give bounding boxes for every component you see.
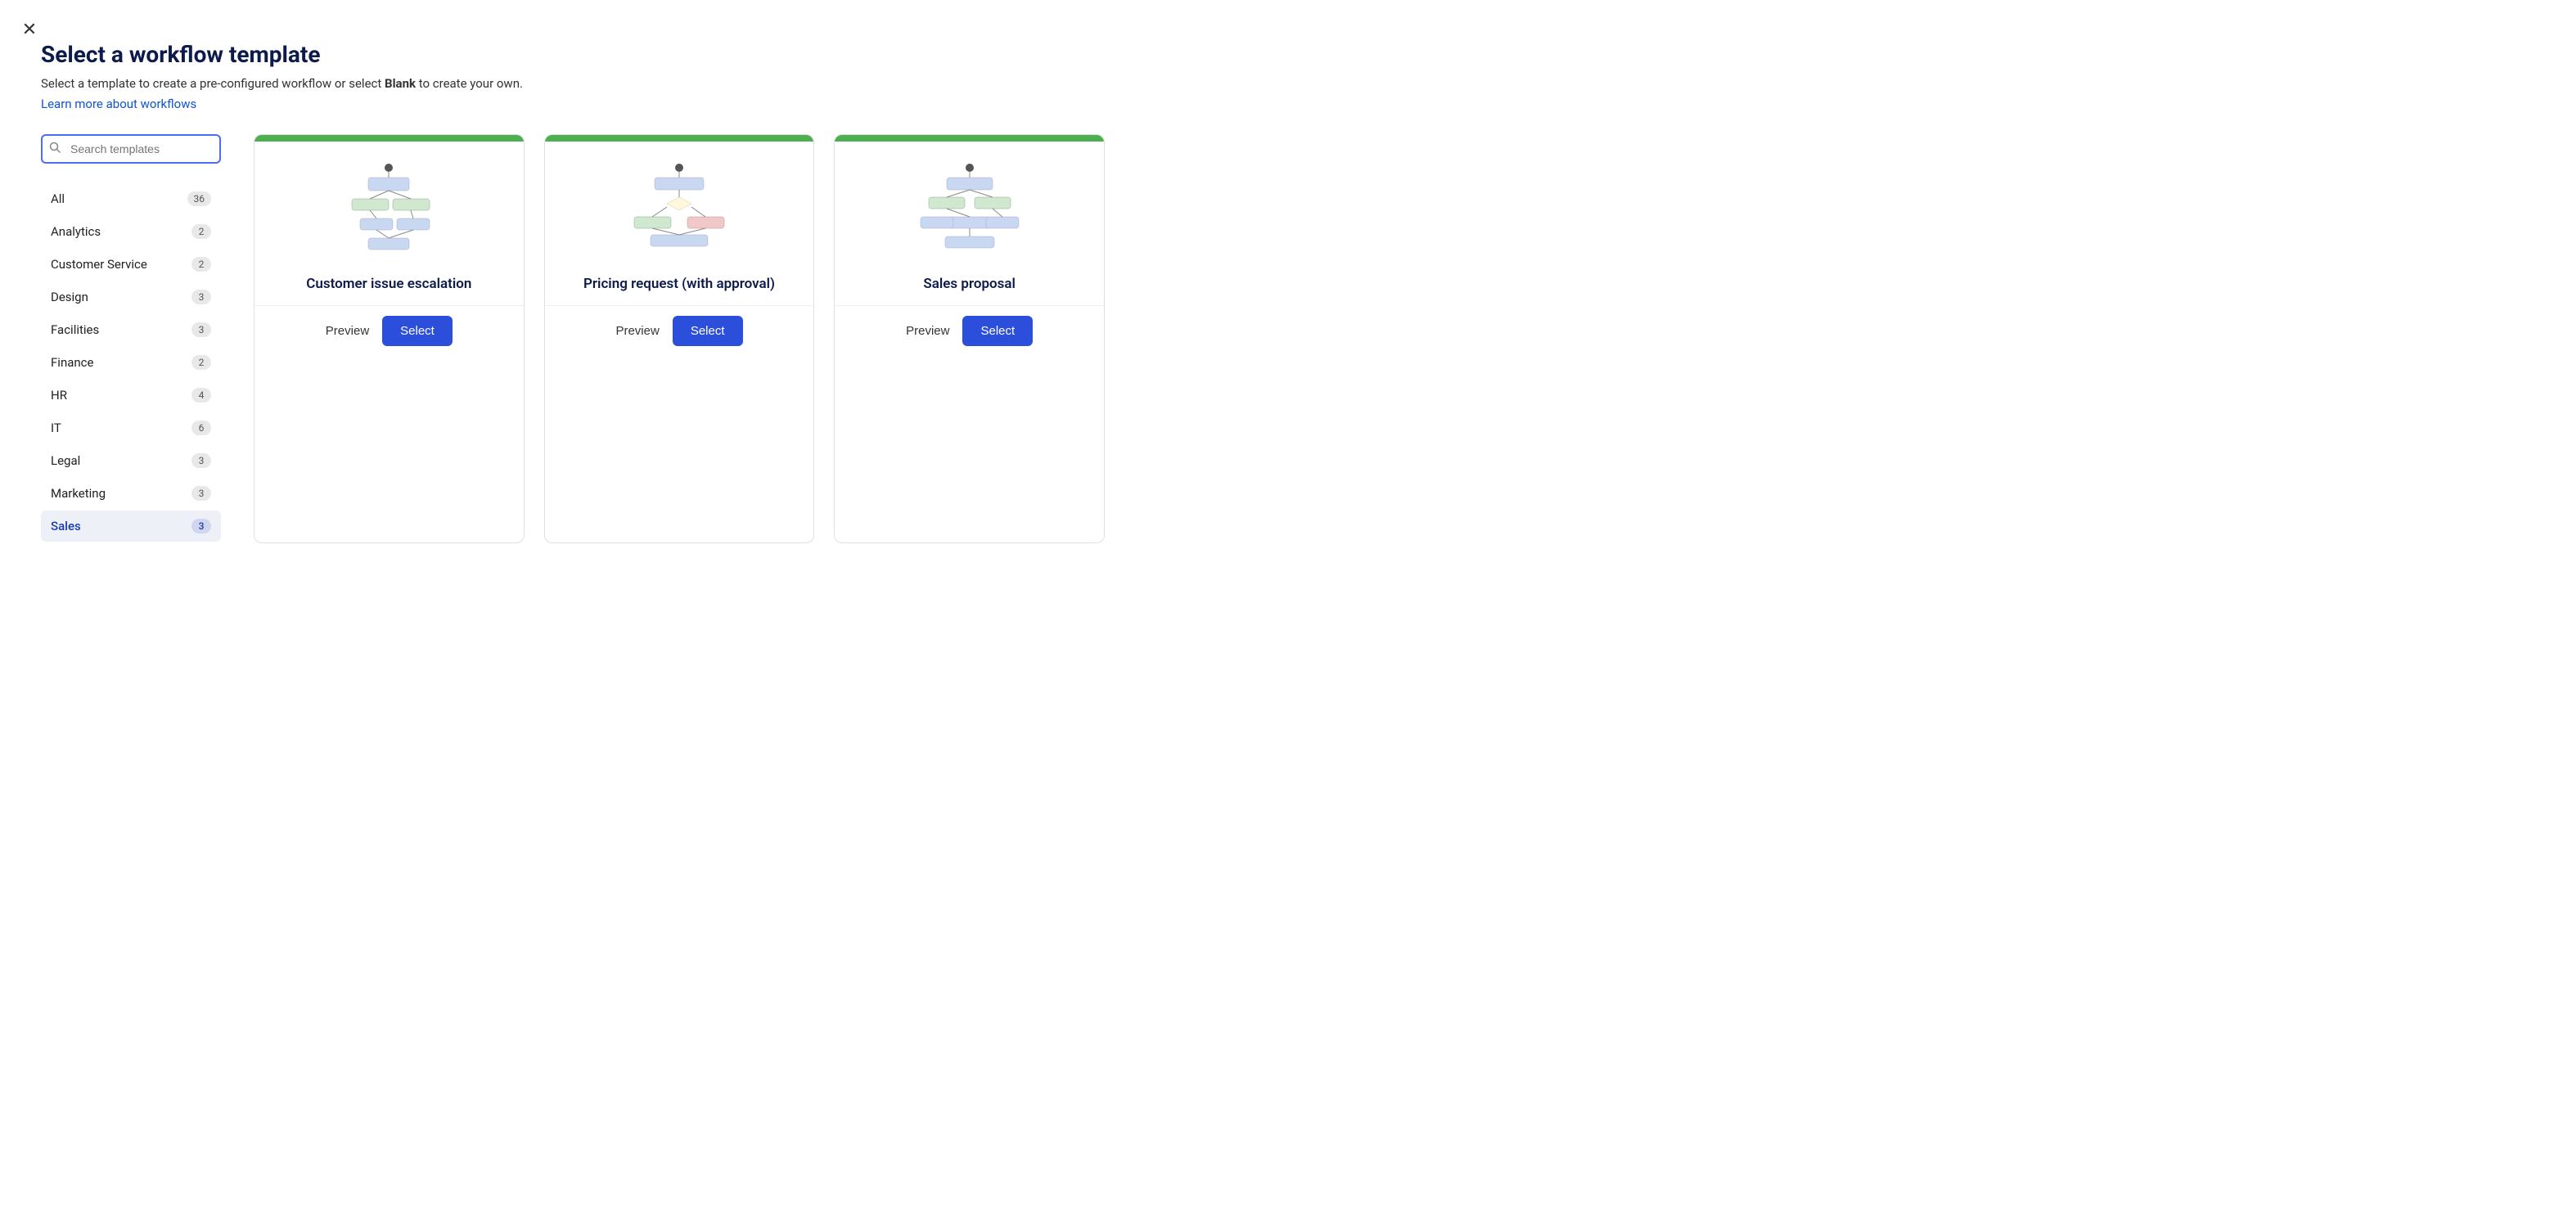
category-count: 4	[191, 388, 211, 403]
templates-grid: Customer issue escalation Preview Select	[254, 134, 1105, 543]
close-icon: ✕	[22, 19, 37, 40]
card-actions: Preview Select	[545, 305, 814, 362]
preview-button[interactable]: Preview	[615, 324, 659, 338]
sidebar-item-analytics[interactable]: Analytics 2	[41, 216, 221, 247]
category-count: 3	[191, 290, 211, 304]
category-count: 3	[191, 322, 211, 337]
select-button[interactable]: Select	[382, 316, 453, 346]
category-count: 6	[191, 421, 211, 435]
page-subtitle: Select a template to create a pre-config…	[41, 76, 1105, 91]
select-button[interactable]: Select	[673, 316, 743, 346]
category-count: 36	[187, 191, 212, 206]
search-wrapper	[41, 134, 221, 164]
sidebar-item-finance[interactable]: Finance 2	[41, 347, 221, 378]
category-label: Finance	[51, 355, 93, 370]
category-count: 2	[191, 224, 211, 239]
template-card-sales-proposal: Sales proposal Preview Select	[834, 134, 1105, 543]
preview-button[interactable]: Preview	[326, 324, 369, 338]
card-actions: Preview Select	[254, 305, 524, 362]
card-preview-area	[254, 142, 524, 276]
close-button[interactable]: ✕	[15, 15, 44, 44]
category-count: 3	[191, 486, 211, 501]
category-label: Marketing	[51, 486, 106, 501]
sidebar-item-facilities[interactable]: Facilities 3	[41, 314, 221, 345]
sidebar-item-design[interactable]: Design 3	[41, 281, 221, 313]
card-top-bar	[835, 135, 1104, 142]
card-title: Pricing request (with approval)	[545, 276, 814, 305]
category-label: Customer Service	[51, 257, 147, 272]
template-card-customer-issue-escalation: Customer issue escalation Preview Select	[254, 134, 525, 543]
category-label: IT	[51, 421, 61, 435]
search-input[interactable]	[41, 134, 221, 164]
category-label: HR	[51, 388, 67, 403]
card-title: Customer issue escalation	[254, 276, 524, 305]
category-label: Analytics	[51, 224, 101, 239]
category-label: All	[51, 191, 65, 206]
category-count: 3	[191, 519, 211, 533]
template-card-pricing-request-approval: Pricing request (with approval) Preview …	[544, 134, 815, 543]
card-preview-area	[835, 142, 1104, 276]
sidebar-item-it[interactable]: IT 6	[41, 412, 221, 443]
card-title: Sales proposal	[835, 276, 1104, 305]
sidebar-item-hr[interactable]: HR 4	[41, 380, 221, 411]
sidebar-item-customer-service[interactable]: Customer Service 2	[41, 249, 221, 280]
sidebar-item-all[interactable]: All 36	[41, 183, 221, 214]
card-top-bar	[254, 135, 524, 142]
sidebar: All 36 Analytics 2 Customer Service 2 De…	[41, 134, 221, 543]
card-top-bar	[545, 135, 814, 142]
select-button[interactable]: Select	[962, 316, 1033, 346]
learn-more-link[interactable]: Learn more about workflows	[41, 97, 196, 111]
category-count: 2	[191, 257, 211, 272]
category-label: Sales	[51, 519, 81, 533]
page-title: Select a workflow template	[41, 41, 1105, 68]
category-count: 2	[191, 355, 211, 370]
category-count: 3	[191, 453, 211, 468]
sidebar-item-sales[interactable]: Sales 3	[41, 511, 221, 542]
category-label: Design	[51, 290, 88, 304]
card-actions: Preview Select	[835, 305, 1104, 362]
category-label: Legal	[51, 453, 80, 468]
sidebar-item-legal[interactable]: Legal 3	[41, 445, 221, 476]
category-label: Facilities	[51, 322, 99, 337]
preview-button[interactable]: Preview	[906, 324, 949, 338]
sidebar-item-marketing[interactable]: Marketing 3	[41, 478, 221, 509]
category-list: All 36 Analytics 2 Customer Service 2 De…	[41, 183, 221, 542]
card-preview-area	[545, 142, 814, 276]
